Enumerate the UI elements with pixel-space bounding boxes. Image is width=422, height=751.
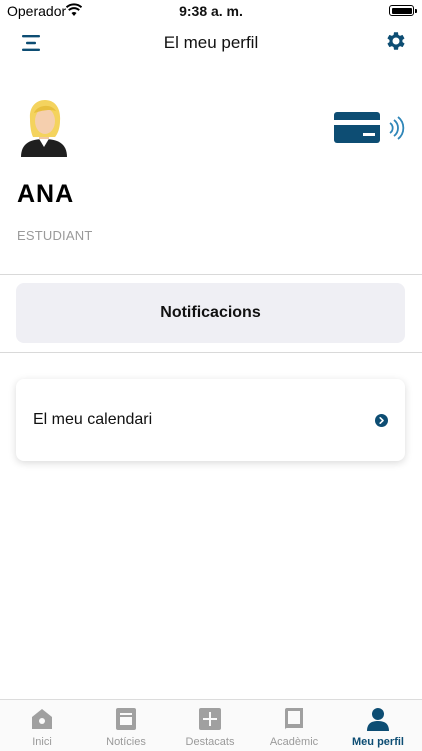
calendar-card[interactable]: El meu calendari (16, 379, 405, 461)
person-icon (367, 708, 389, 731)
home-icon (32, 709, 52, 729)
tab-academic[interactable]: Acadèmic (252, 700, 336, 751)
profile-name: ANA (17, 180, 75, 208)
tab-label: Meu perfil (352, 736, 404, 748)
chevron-right-icon (375, 414, 388, 427)
clock: 9:38 a. m. (179, 3, 243, 19)
divider (0, 352, 422, 353)
book-icon (285, 708, 303, 730)
news-icon (116, 708, 136, 730)
tab-bar: Inici Notícies Destacats Acadèmic Meu pe… (0, 699, 422, 751)
tab-label: Notícies (106, 736, 146, 748)
profile-role: ESTUDIANT (17, 228, 93, 243)
battery-icon (389, 5, 417, 16)
tab-label: Acadèmic (269, 736, 319, 748)
tab-destacats[interactable]: Destacats (168, 700, 252, 751)
notifications-button[interactable]: Notificacions (16, 283, 405, 343)
plus-icon (199, 708, 221, 730)
tab-label: Inici (32, 736, 52, 748)
page-title: El meu perfil (163, 33, 259, 52)
gear-icon[interactable] (383, 29, 407, 53)
tab-inici[interactable]: Inici (0, 700, 84, 751)
avatar-icon (21, 100, 67, 157)
navigation-bar: El meu perfil (0, 22, 422, 66)
divider (0, 274, 422, 275)
calendar-label: El meu calendari (33, 411, 153, 428)
contactless-card-icon[interactable] (333, 110, 407, 146)
tab-noticies[interactable]: Notícies (84, 700, 168, 751)
tab-label: Destacats (185, 736, 235, 748)
status-bar: Operador 9:38 a. m. (0, 0, 422, 22)
tab-meu-perfil[interactable]: Meu perfil (336, 700, 422, 751)
